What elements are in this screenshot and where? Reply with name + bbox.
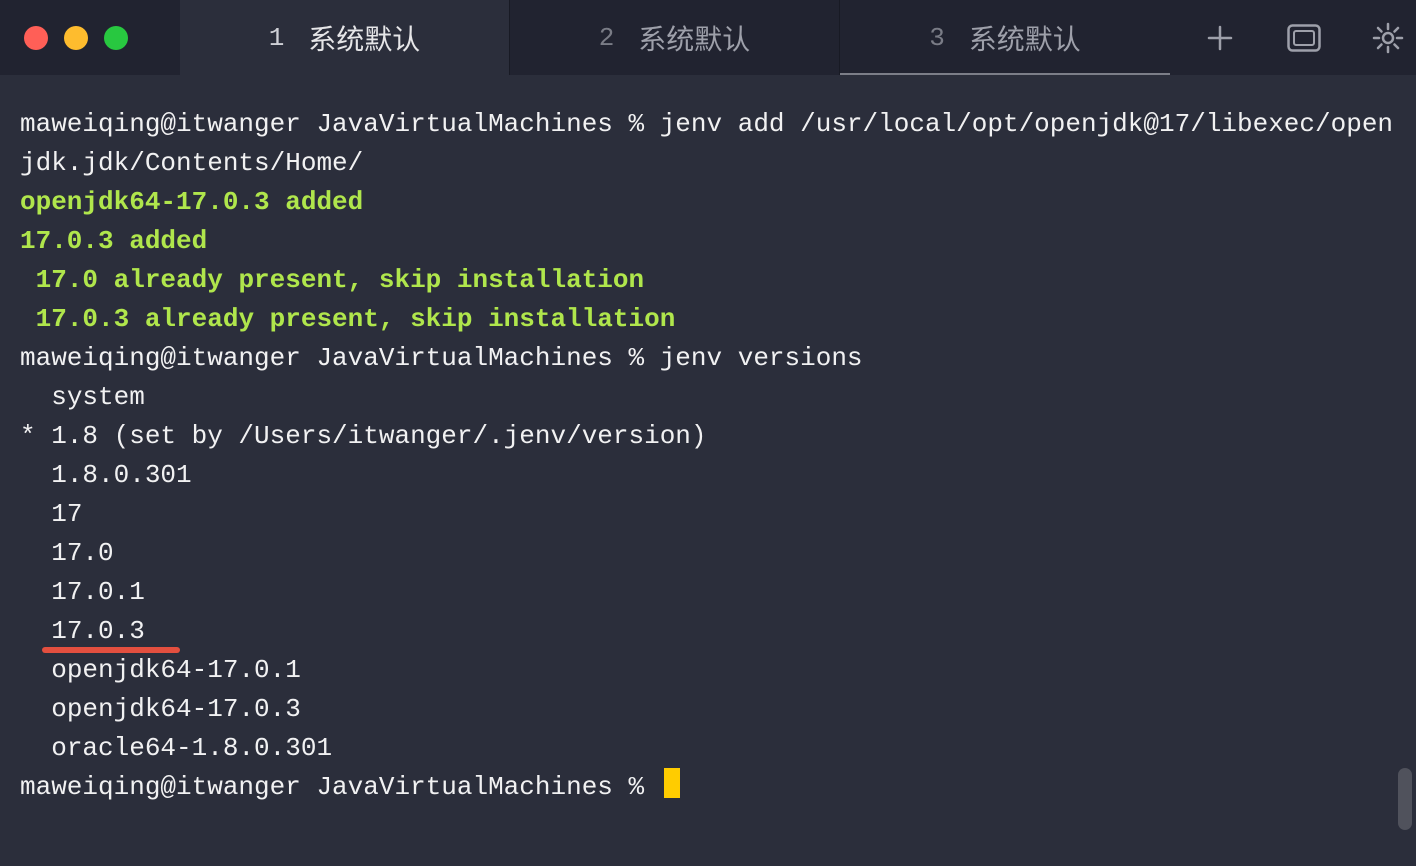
scrollbar-thumb[interactable] (1398, 768, 1412, 830)
terminal-line: 17.0.3 (20, 612, 1396, 651)
tab-index: 2 (599, 23, 615, 53)
terminal-line: maweiqing@itwanger JavaVirtualMachines % (20, 768, 1396, 807)
highlight-underline (42, 647, 180, 653)
tab-index: 1 (269, 23, 285, 53)
cursor (664, 768, 680, 798)
terminal-content[interactable]: maweiqing@itwanger JavaVirtualMachines %… (0, 75, 1416, 866)
window-titlebar: 1 系统默认 2 系统默认 3 系统默认 (0, 0, 1416, 75)
terminal-line: system (20, 378, 1396, 417)
terminal-line: maweiqing@itwanger JavaVirtualMachines %… (20, 105, 1396, 183)
toolbar-right (1170, 0, 1416, 75)
terminal-line: oracle64-1.8.0.301 (20, 729, 1396, 768)
tab-label: 系统默认 (308, 18, 420, 58)
new-tab-button[interactable] (1200, 18, 1240, 58)
terminal-line: 17.0 already present, skip installation (20, 261, 1396, 300)
tab-index: 3 (929, 23, 945, 53)
traffic-lights (0, 0, 180, 75)
terminal-line: 17.0.3 already present, skip installatio… (20, 300, 1396, 339)
zoom-window-button[interactable] (104, 26, 128, 50)
terminal-line: openjdk64-17.0.3 (20, 690, 1396, 729)
tab-2[interactable]: 2 系统默认 (510, 0, 840, 75)
terminal-line: 17.0.3 added (20, 222, 1396, 261)
tab-1[interactable]: 1 系统默认 (180, 0, 510, 75)
settings-button[interactable] (1368, 18, 1408, 58)
terminal-line: 1.8.0.301 (20, 456, 1396, 495)
terminal-line: openjdk64-17.0.3 added (20, 183, 1396, 222)
terminal-line: 17 (20, 495, 1396, 534)
tab-label: 系统默认 (969, 18, 1081, 58)
tab-label: 系统默认 (638, 18, 750, 58)
panels-button[interactable] (1284, 18, 1324, 58)
terminal-line: 17.0 (20, 534, 1396, 573)
terminal-line: openjdk64-17.0.1 (20, 651, 1396, 690)
close-window-button[interactable] (24, 26, 48, 50)
plus-icon (1205, 23, 1235, 53)
gear-icon (1372, 22, 1404, 54)
terminal-line: * 1.8 (set by /Users/itwanger/.jenv/vers… (20, 417, 1396, 456)
terminal-line: maweiqing@itwanger JavaVirtualMachines %… (20, 339, 1396, 378)
tab-3[interactable]: 3 系统默认 (840, 0, 1170, 75)
tab-bar: 1 系统默认 2 系统默认 3 系统默认 (180, 0, 1170, 75)
minimize-window-button[interactable] (64, 26, 88, 50)
terminal-line: 17.0.1 (20, 573, 1396, 612)
panels-icon (1287, 24, 1321, 52)
